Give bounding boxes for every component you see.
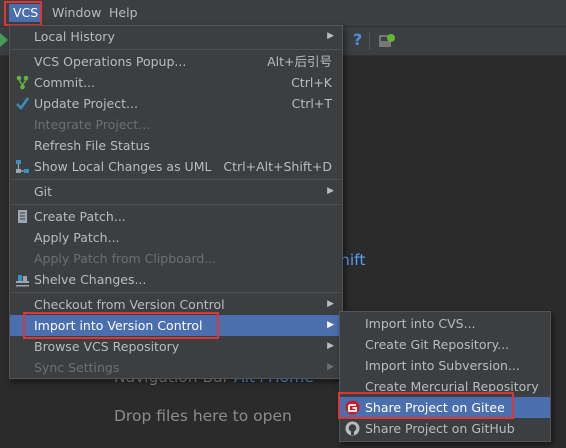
menu-item-label: Shelve Changes... bbox=[34, 272, 147, 287]
menu-item-label: Update Project... bbox=[34, 96, 138, 111]
menu-item-create-git-repository[interactable]: Create Git Repository... bbox=[340, 334, 550, 355]
submenu-arrow-icon: ▶ bbox=[327, 299, 334, 309]
menu-item-label: VCS Operations Popup... bbox=[34, 54, 187, 69]
help-icon[interactable]: ? bbox=[353, 30, 362, 49]
submenu-arrow-icon: ▶ bbox=[327, 31, 334, 41]
menu-item-label: Browse VCS Repository bbox=[34, 339, 180, 354]
gitee-icon bbox=[345, 400, 360, 415]
menu-item-shortcut: Ctrl+K bbox=[291, 75, 332, 90]
menu-item-label: Refresh File Status bbox=[34, 138, 150, 153]
menu-window[interactable]: Window bbox=[48, 4, 105, 22]
menu-item-label: Share Project on GitHub bbox=[365, 421, 515, 436]
menu-item-label: Create Mercurial Repository bbox=[365, 379, 539, 394]
menu-item-label: Import into Subversion... bbox=[365, 358, 520, 373]
menu-item-label: Create Patch... bbox=[34, 209, 126, 224]
drop-files-hint: Drop files here to open bbox=[114, 407, 292, 425]
submenu-arrow-icon: ▶ bbox=[327, 362, 334, 372]
vcs-menu: Local History ▶ VCS Operations Popup... … bbox=[9, 25, 343, 379]
menu-item-checkout[interactable]: Checkout from Version Control ▶ bbox=[10, 294, 342, 315]
uml-diagram-icon bbox=[16, 160, 29, 173]
import-submenu: Import into CVS... Create Git Repository… bbox=[339, 311, 551, 442]
menu-item-label: Apply Patch from Clipboard... bbox=[34, 251, 217, 266]
submenu-arrow-icon: ▶ bbox=[327, 186, 334, 196]
menu-item-integrate-project[interactable]: Integrate Project... bbox=[10, 114, 342, 135]
menu-item-shortcut: Ctrl+Alt+Shift+D bbox=[223, 159, 332, 174]
menu-item-apply-patch-clipboard[interactable]: Apply Patch from Clipboard... bbox=[10, 248, 342, 269]
submenu-arrow-icon: ▶ bbox=[327, 320, 334, 330]
menu-item-local-history[interactable]: Local History ▶ bbox=[10, 26, 342, 47]
menu-item-refresh-file-status[interactable]: Refresh File Status bbox=[10, 135, 342, 156]
menu-vcs[interactable]: VCS bbox=[9, 4, 43, 22]
menu-item-import-cvs[interactable]: Import into CVS... bbox=[340, 313, 550, 334]
menu-separator bbox=[11, 49, 341, 50]
menu-item-import-into-version-control[interactable]: Import into Version Control ▶ bbox=[10, 315, 342, 336]
commit-icon bbox=[16, 75, 29, 90]
menu-item-commit[interactable]: Commit... Ctrl+K bbox=[10, 72, 342, 93]
menu-separator bbox=[11, 292, 341, 293]
menu-bar: VCS Window Help bbox=[0, 0, 566, 27]
menu-help[interactable]: Help bbox=[105, 4, 142, 22]
menu-item-label: Apply Patch... bbox=[34, 230, 120, 245]
toolbar-separator bbox=[369, 32, 370, 50]
menu-item-shortcut: Ctrl+T bbox=[291, 96, 332, 111]
menu-item-label: Import into CVS... bbox=[365, 316, 476, 331]
menu-item-label: Git bbox=[34, 184, 53, 199]
menu-item-shelve-changes[interactable]: Shelve Changes... bbox=[10, 269, 342, 290]
submenu-arrow-icon: ▶ bbox=[327, 341, 334, 351]
menu-item-sync-settings[interactable]: Sync Settings ▶ bbox=[10, 357, 342, 378]
menu-item-label: Share Project on Gitee bbox=[365, 400, 505, 415]
github-icon bbox=[345, 421, 360, 436]
menu-item-label: Integrate Project... bbox=[34, 117, 151, 132]
partial-shortcut-text: hift bbox=[340, 251, 366, 269]
menu-item-git[interactable]: Git ▶ bbox=[10, 181, 342, 202]
android-sdk-icon[interactable] bbox=[378, 32, 396, 50]
menu-item-share-gitee[interactable]: Share Project on Gitee bbox=[340, 397, 550, 418]
menu-item-label: Sync Settings bbox=[34, 360, 120, 375]
shelve-icon bbox=[16, 275, 29, 287]
run-icon[interactable] bbox=[0, 33, 8, 47]
menu-separator bbox=[11, 204, 341, 205]
menu-item-share-github[interactable]: Share Project on GitHub bbox=[340, 418, 550, 439]
menu-item-label: Local History bbox=[34, 29, 115, 44]
update-project-icon bbox=[16, 97, 30, 110]
menu-item-import-subversion[interactable]: Import into Subversion... bbox=[340, 355, 550, 376]
menu-item-label: Show Local Changes as UML bbox=[34, 159, 212, 174]
menu-separator bbox=[11, 179, 341, 180]
menu-item-label: Checkout from Version Control bbox=[34, 297, 225, 312]
menu-item-browse-vcs-repository[interactable]: Browse VCS Repository ▶ bbox=[10, 336, 342, 357]
menu-item-show-local-changes-uml[interactable]: Show Local Changes as UML Ctrl+Alt+Shift… bbox=[10, 156, 342, 177]
menu-item-update-project[interactable]: Update Project... Ctrl+T bbox=[10, 93, 342, 114]
menu-item-apply-patch[interactable]: Apply Patch... bbox=[10, 227, 342, 248]
menu-item-shortcut: Alt+后引号 bbox=[267, 54, 332, 69]
menu-item-label: Commit... bbox=[34, 75, 96, 90]
menu-item-vcs-operations-popup[interactable]: VCS Operations Popup... Alt+后引号 bbox=[10, 51, 342, 72]
menu-item-create-mercurial-repository[interactable]: Create Mercurial Repository bbox=[340, 376, 550, 397]
menu-item-label: Create Git Repository... bbox=[365, 337, 510, 352]
create-patch-icon bbox=[18, 210, 27, 223]
menu-item-create-patch[interactable]: Create Patch... bbox=[10, 206, 342, 227]
menu-item-label: Import into Version Control bbox=[34, 318, 203, 333]
